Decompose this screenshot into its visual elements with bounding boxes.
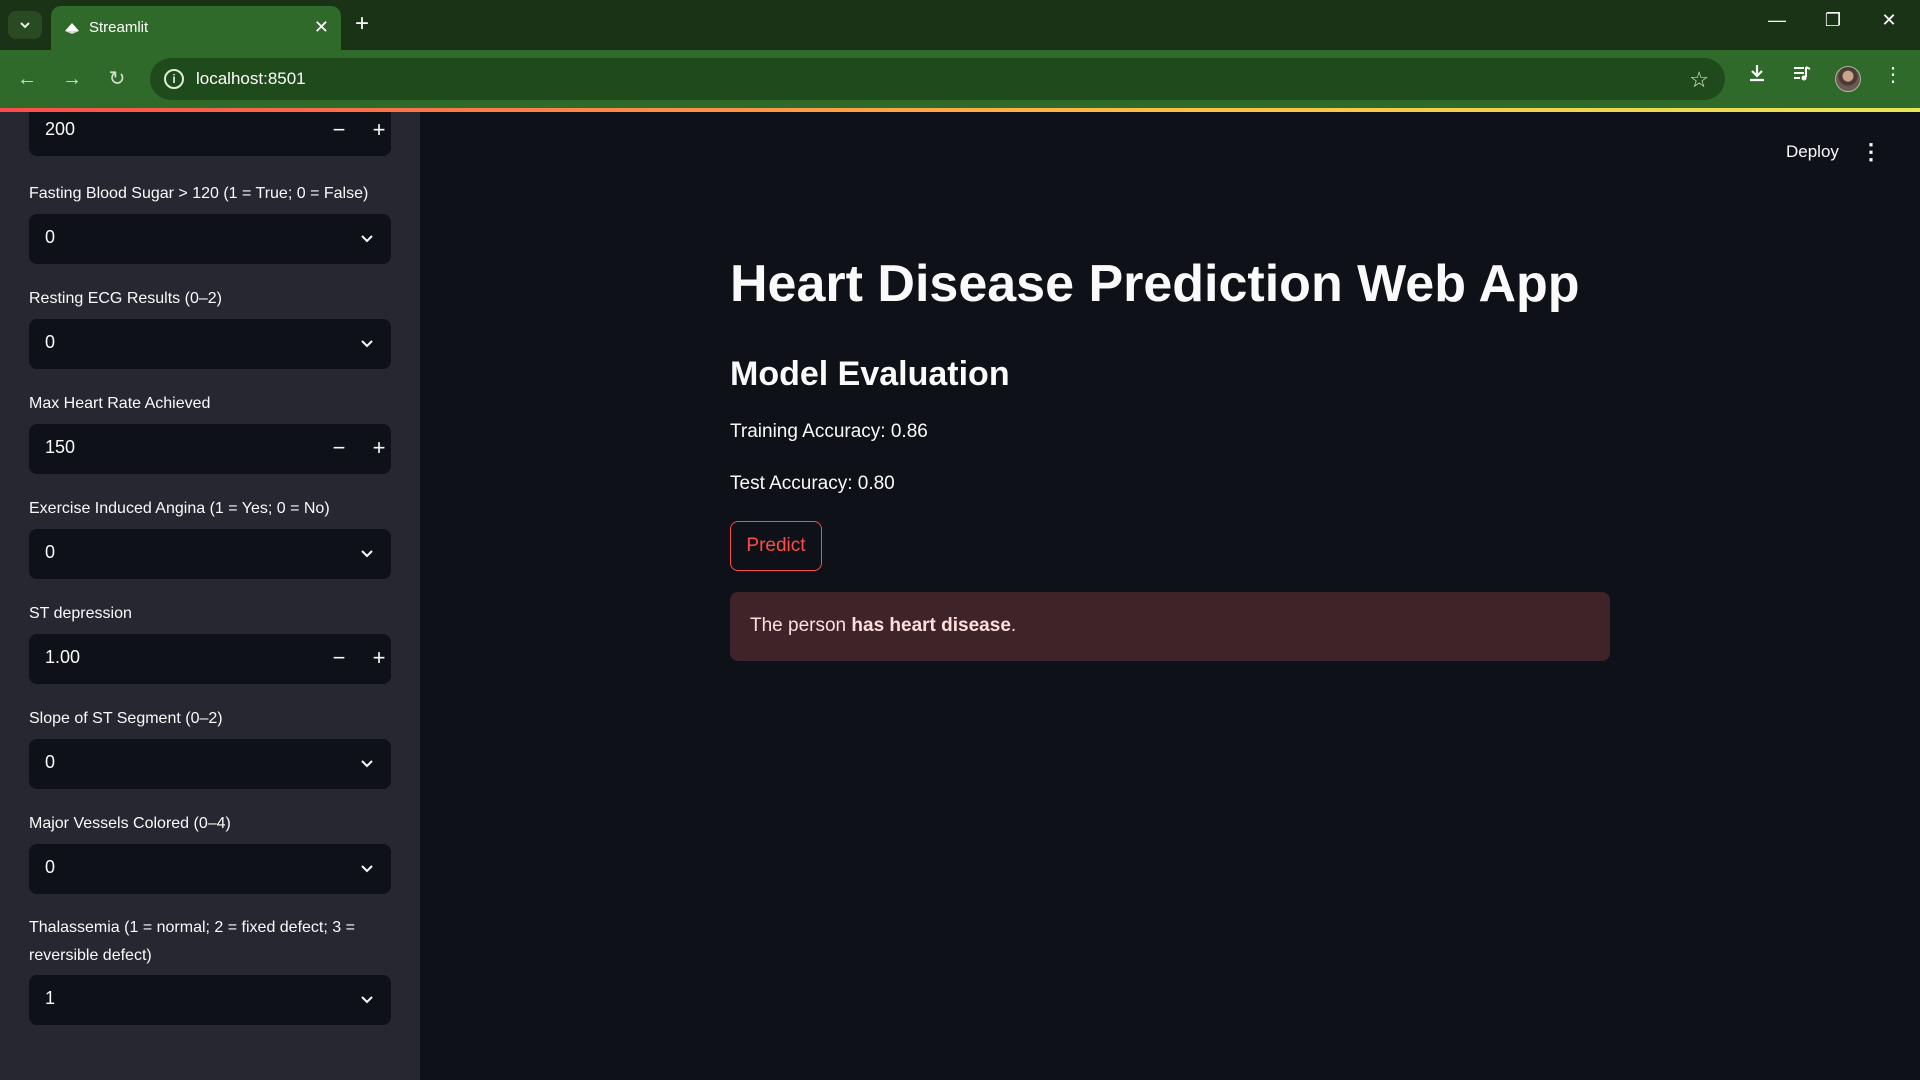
- max-heart-rate-label: Max Heart Rate Achieved: [29, 395, 211, 412]
- browser-menu-vertical-dots-icon[interactable]: ⋮: [1878, 62, 1908, 87]
- exercise-angina-label: Exercise Induced Angina (1 = Yes; 0 = No…: [29, 500, 330, 517]
- chevron-down-icon: [361, 865, 373, 873]
- slope-st-segment-label: Slope of ST Segment (0–2): [29, 710, 223, 727]
- chevron-down-icon: [361, 235, 373, 243]
- chevron-down-icon: [361, 550, 373, 558]
- page-title: Heart Disease Prediction Web App: [730, 255, 1580, 313]
- profile-avatar[interactable]: [1835, 66, 1861, 92]
- number-input-value[interactable]: 150: [45, 437, 75, 458]
- download-icon[interactable]: [1742, 62, 1772, 90]
- select-value: 0: [45, 227, 56, 247]
- deploy-button[interactable]: Deploy: [1786, 142, 1839, 162]
- reload-icon[interactable]: ↻: [102, 64, 132, 94]
- select-value: 1: [45, 988, 56, 1008]
- test-accuracy-text: Test Accuracy: 0.80: [730, 473, 895, 494]
- window-close-icon[interactable]: ✕: [1874, 10, 1904, 31]
- fasting-blood-sugar-select[interactable]: 0: [29, 214, 391, 264]
- new-tab-plus-icon[interactable]: +: [355, 10, 369, 38]
- increment-button[interactable]: +: [359, 424, 399, 474]
- major-vessels-label: Major Vessels Colored (0–4): [29, 815, 231, 832]
- minimize-icon[interactable]: —: [1762, 10, 1792, 31]
- number-input-value[interactable]: 200: [45, 119, 75, 140]
- slope-st-segment-select[interactable]: 0: [29, 739, 391, 789]
- browser-tab-bar: Streamlit ✕ + — ❐ ✕: [0, 0, 1920, 50]
- predict-button[interactable]: Predict: [730, 521, 822, 571]
- select-value: 0: [45, 542, 56, 562]
- number-input-top[interactable]: 200 − +: [29, 112, 391, 156]
- decrement-button[interactable]: −: [319, 424, 359, 474]
- result-prefix: The person: [750, 615, 852, 636]
- tab-title: Streamlit: [89, 19, 149, 36]
- back-arrow-left-icon[interactable]: ←: [12, 64, 42, 94]
- select-value: 0: [45, 752, 56, 772]
- result-suffix: .: [1010, 615, 1017, 636]
- forward-arrow-right-icon[interactable]: →: [57, 64, 87, 94]
- chevron-down-icon: [361, 340, 373, 348]
- chevron-down-icon: [361, 760, 373, 768]
- resting-ecg-label: Resting ECG Results (0–2): [29, 290, 222, 307]
- tab-close-icon[interactable]: ✕: [314, 16, 329, 38]
- select-value: 0: [45, 857, 56, 877]
- browser-toolbar: ← → ↻ i localhost:8501 ☆ ⋮: [0, 50, 1920, 108]
- select-value: 0: [45, 332, 56, 352]
- st-depression-number-input[interactable]: 1.00 − +: [29, 634, 391, 684]
- thalassemia-select[interactable]: 1: [29, 975, 391, 1025]
- main-content: Deploy ⋮ Heart Disease Prediction Web Ap…: [420, 112, 1920, 1080]
- site-info-icon[interactable]: i: [164, 69, 184, 89]
- prediction-error-alert: The person has heart disease.: [730, 592, 1610, 661]
- streamlit-logo-icon: [65, 23, 79, 34]
- training-accuracy-text: Training Accuracy: 0.86: [730, 421, 928, 442]
- thalassemia-label: Thalassemia (1 = normal; 2 = fixed defec…: [29, 919, 355, 964]
- increment-button[interactable]: +: [359, 634, 399, 684]
- fasting-blood-sugar-label: Fasting Blood Sugar > 120 (1 = True; 0 =…: [29, 185, 369, 202]
- major-vessels-select[interactable]: 0: [29, 844, 391, 894]
- tab-search-chevron-down-icon[interactable]: [8, 11, 42, 39]
- prediction-result-text: The person has heart disease.: [750, 615, 1016, 637]
- media-control-icon[interactable]: [1787, 62, 1817, 90]
- exercise-angina-select[interactable]: 0: [29, 529, 391, 579]
- app-menu-vertical-dots-icon[interactable]: ⋮: [1860, 141, 1882, 163]
- result-emphasis: has heart disease: [851, 615, 1011, 636]
- sidebar: 200 − + Fasting Blood Sugar > 120 (1 = T…: [0, 112, 420, 1080]
- increment-button[interactable]: +: [359, 112, 399, 156]
- restore-icon[interactable]: ❐: [1818, 10, 1848, 31]
- resting-ecg-select[interactable]: 0: [29, 319, 391, 369]
- chevron-down-icon: [361, 996, 373, 1004]
- bookmark-star-icon[interactable]: ☆: [1689, 67, 1709, 93]
- decrement-button[interactable]: −: [319, 634, 359, 684]
- model-evaluation-subheader: Model Evaluation: [730, 355, 1010, 393]
- max-heart-rate-number-input[interactable]: 150 − +: [29, 424, 391, 474]
- address-bar[interactable]: i localhost:8501 ☆: [150, 58, 1725, 100]
- url-text[interactable]: localhost:8501: [196, 69, 306, 89]
- decrement-button[interactable]: −: [319, 112, 359, 156]
- browser-tab[interactable]: Streamlit ✕: [51, 6, 341, 50]
- st-depression-label: ST depression: [29, 605, 132, 622]
- number-input-value[interactable]: 1.00: [45, 647, 80, 668]
